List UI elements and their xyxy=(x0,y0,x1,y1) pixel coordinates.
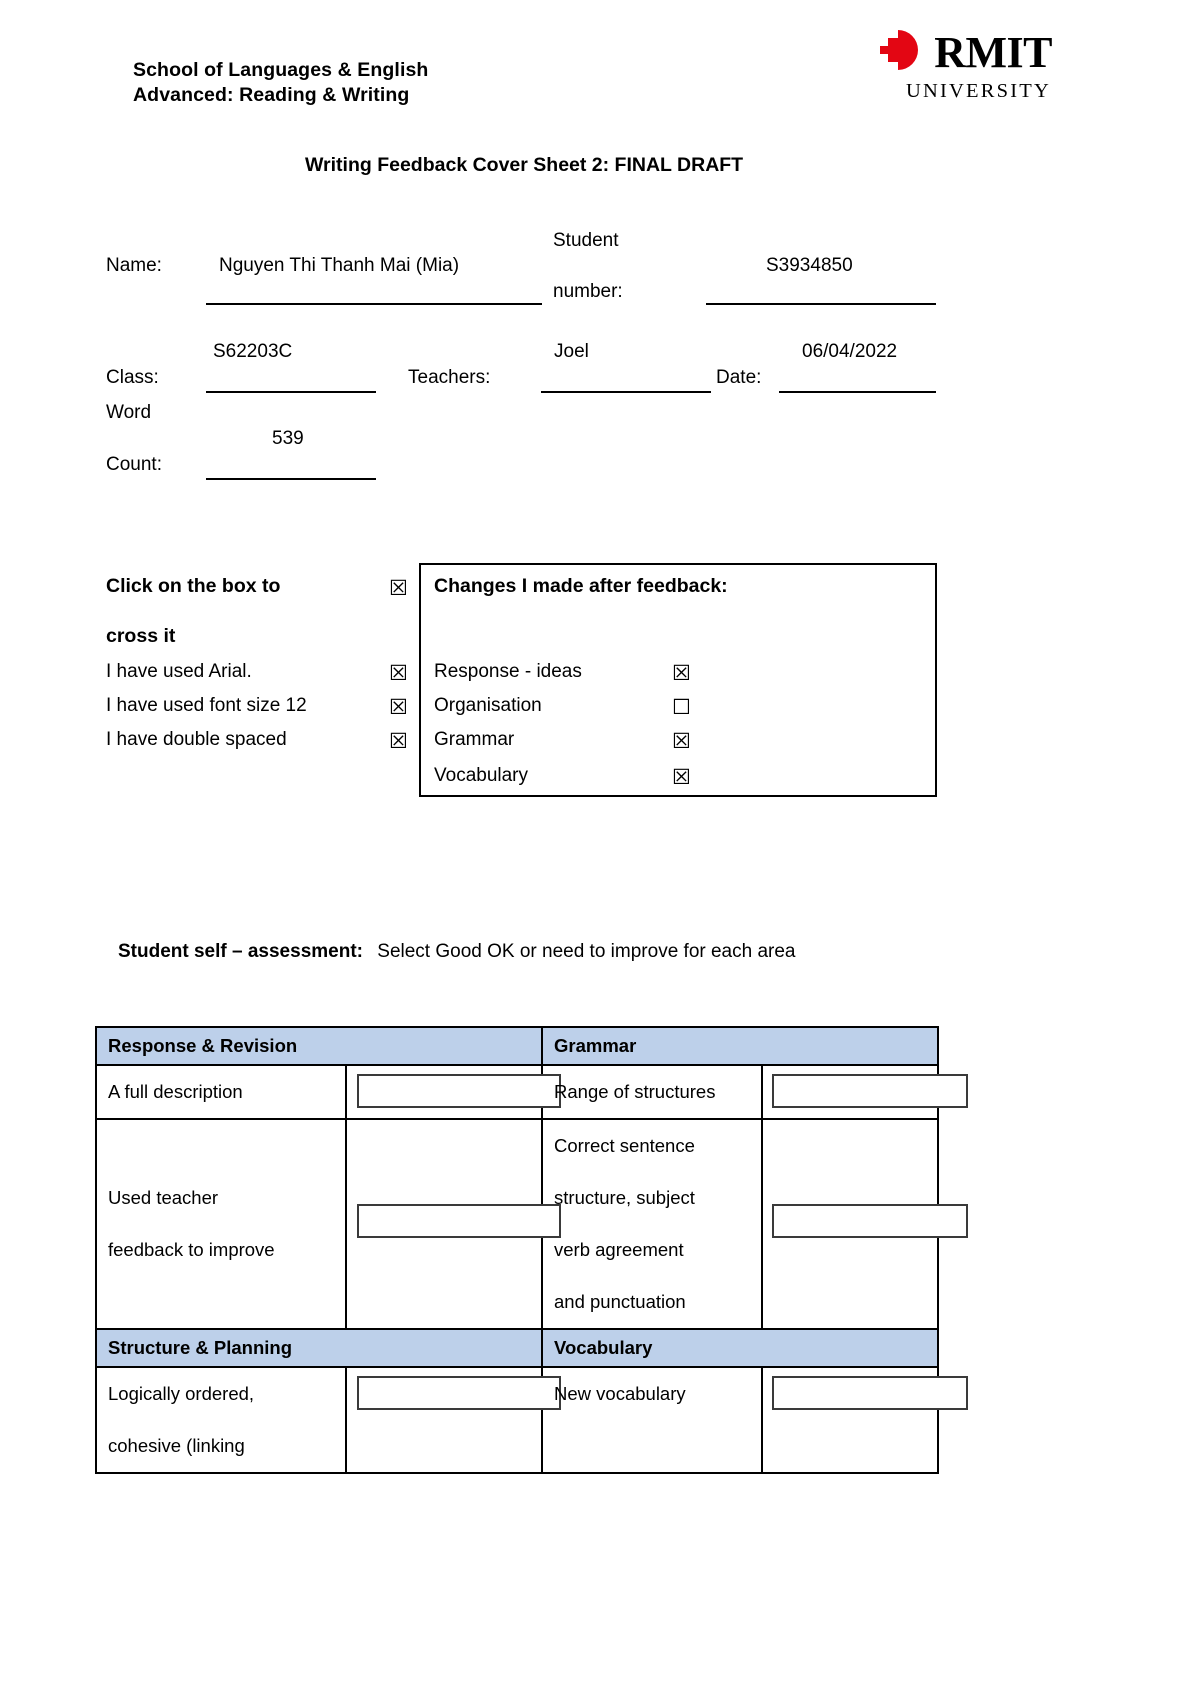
student-number-label-line2: number: xyxy=(553,281,623,302)
teachers-rule xyxy=(541,391,711,393)
criterion-logically-ordered-text: Logically ordered, cohesive (linking xyxy=(108,1383,255,1456)
criterion-correct-sentence-structure: Correct sentence structure, subject verb a… xyxy=(541,1118,764,1330)
department-header: School of Languages & English Advanced: … xyxy=(133,58,428,108)
class-value[interactable]: S62203C xyxy=(213,337,292,367)
checklist-heading-line2: cross it xyxy=(106,625,176,647)
school-name: School of Languages & English xyxy=(133,59,429,81)
date-rule xyxy=(779,391,936,393)
changes-item-vocabulary-checkbox[interactable]: ☒ xyxy=(672,767,691,788)
logo-wordmark: RMIT xyxy=(934,27,1052,77)
rmit-logo: RMIT UNIVERSITY xyxy=(876,26,1052,103)
table-row: Used teacher feedback to improve Correct … xyxy=(95,1118,969,1330)
section-header-response: Response & Revision xyxy=(94,1026,544,1066)
dropdown-cell-new-vocabulary[interactable] xyxy=(761,1366,969,1474)
date-label: Date: xyxy=(716,367,762,388)
teachers-label: Teachers: xyxy=(408,367,491,388)
self-assessment-table: Response & Revision Grammar A full descr… xyxy=(94,1026,969,1474)
dropdown-a-full-description[interactable] xyxy=(357,1074,561,1108)
word-count-label-line1: Word xyxy=(106,402,152,423)
teachers-value[interactable]: Joel xyxy=(554,337,589,367)
dropdown-correct-sentence-structure[interactable] xyxy=(772,1204,969,1238)
checklist-item-fontsize-checkbox[interactable]: ☒ xyxy=(389,697,408,718)
changes-item-organisation-checkbox[interactable]: ☐ xyxy=(672,697,691,718)
dropdown-cell-used-teacher-feedback[interactable] xyxy=(344,1118,561,1330)
word-count-label-line2: Count: xyxy=(106,454,162,475)
page-title: Writing Feedback Cover Sheet 2: FINAL DR… xyxy=(305,154,744,176)
course-name: Advanced: Reading & Writing xyxy=(133,84,410,106)
dropdown-logically-ordered[interactable] xyxy=(357,1376,561,1410)
changes-item-organisation-label: Organisation xyxy=(434,695,542,716)
checklist-heading-checkbox[interactable]: ☒ xyxy=(389,578,408,599)
dropdown-cell-range-of-structures[interactable] xyxy=(761,1064,969,1120)
checklist-item-fontsize-label: I have used font size 12 xyxy=(106,695,307,716)
criterion-new-vocabulary: New vocabulary xyxy=(541,1366,764,1474)
section-header-grammar: Grammar xyxy=(541,1026,940,1066)
logo-subtitle: UNIVERSITY xyxy=(906,80,1051,102)
word-count-rule xyxy=(206,478,376,480)
name-label: Name: xyxy=(106,255,162,276)
logo-top-row: RMIT xyxy=(876,26,1052,79)
criterion-logically-ordered: Logically ordered, cohesive (linking xyxy=(95,1366,347,1474)
table-row-headers-bottom: Structure & Planning Vocabulary xyxy=(94,1328,940,1368)
word-count-value[interactable]: 539 xyxy=(272,424,304,454)
table-row: A full description Range of structures xyxy=(95,1064,969,1120)
checklist-item-arial-label: I have used Arial. xyxy=(106,661,252,682)
checklist-item-doublespaced-checkbox[interactable]: ☒ xyxy=(389,731,408,752)
criterion-used-teacher-feedback-text: Used teacher feedback to improve xyxy=(108,1187,275,1260)
document-page: School of Languages & English Advanced: … xyxy=(0,0,1200,1698)
student-number-label-line1: Student xyxy=(553,230,619,251)
dropdown-cell-correct-sentence-structure[interactable] xyxy=(761,1118,969,1330)
criterion-used-teacher-feedback: Used teacher feedback to improve xyxy=(95,1118,347,1330)
name-rule xyxy=(206,303,542,305)
self-assessment-instruction: Select Good OK or need to improve for ea… xyxy=(377,941,796,962)
changes-item-grammar-label: Grammar xyxy=(434,729,515,750)
self-assessment-instruction-line: Student self – assessment: Select Good O… xyxy=(118,941,796,963)
dropdown-used-teacher-feedback[interactable] xyxy=(357,1204,561,1238)
class-label: Class: xyxy=(106,367,159,388)
dropdown-cell-logically-ordered[interactable] xyxy=(344,1366,561,1474)
class-rule xyxy=(206,391,376,393)
criterion-a-full-description: A full description xyxy=(95,1064,347,1120)
checklist-item-doublespaced-label: I have double spaced xyxy=(106,729,287,750)
dropdown-range-of-structures[interactable] xyxy=(772,1074,969,1108)
student-number-rule xyxy=(706,303,936,305)
table-row-headers-top: Response & Revision Grammar xyxy=(94,1026,940,1066)
student-number-value[interactable]: S3934850 xyxy=(766,251,853,281)
criterion-range-of-structures: Range of structures xyxy=(541,1064,764,1120)
name-value[interactable]: Nguyen Thi Thanh Mai (Mia) xyxy=(219,251,459,281)
changes-item-vocabulary-label: Vocabulary xyxy=(434,765,529,786)
self-assessment-label: Student self – assessment: xyxy=(118,941,363,962)
section-header-structure: Structure & Planning xyxy=(94,1328,544,1368)
rmit-mark-icon xyxy=(876,26,924,79)
criterion-correct-sentence-structure-text: Correct sentence structure, subject verb a… xyxy=(554,1135,695,1312)
checklist-heading-line1: Click on the box to xyxy=(106,575,281,597)
criterion-new-vocabulary-text: New vocabulary xyxy=(554,1383,686,1404)
section-header-vocabulary: Vocabulary xyxy=(541,1328,940,1368)
dropdown-new-vocabulary[interactable] xyxy=(772,1376,969,1410)
changes-item-response-checkbox[interactable]: ☒ xyxy=(672,663,691,684)
changes-item-response-label: Response - ideas xyxy=(434,661,582,682)
changes-item-grammar-checkbox[interactable]: ☒ xyxy=(672,731,691,752)
changes-box-title: Changes I made after feedback: xyxy=(434,575,728,597)
dropdown-cell-a-full-description[interactable] xyxy=(344,1064,561,1120)
table-row: Logically ordered, cohesive (linking New … xyxy=(95,1366,969,1474)
checklist-item-arial-checkbox[interactable]: ☒ xyxy=(389,663,408,684)
date-value[interactable]: 06/04/2022 xyxy=(802,337,897,367)
